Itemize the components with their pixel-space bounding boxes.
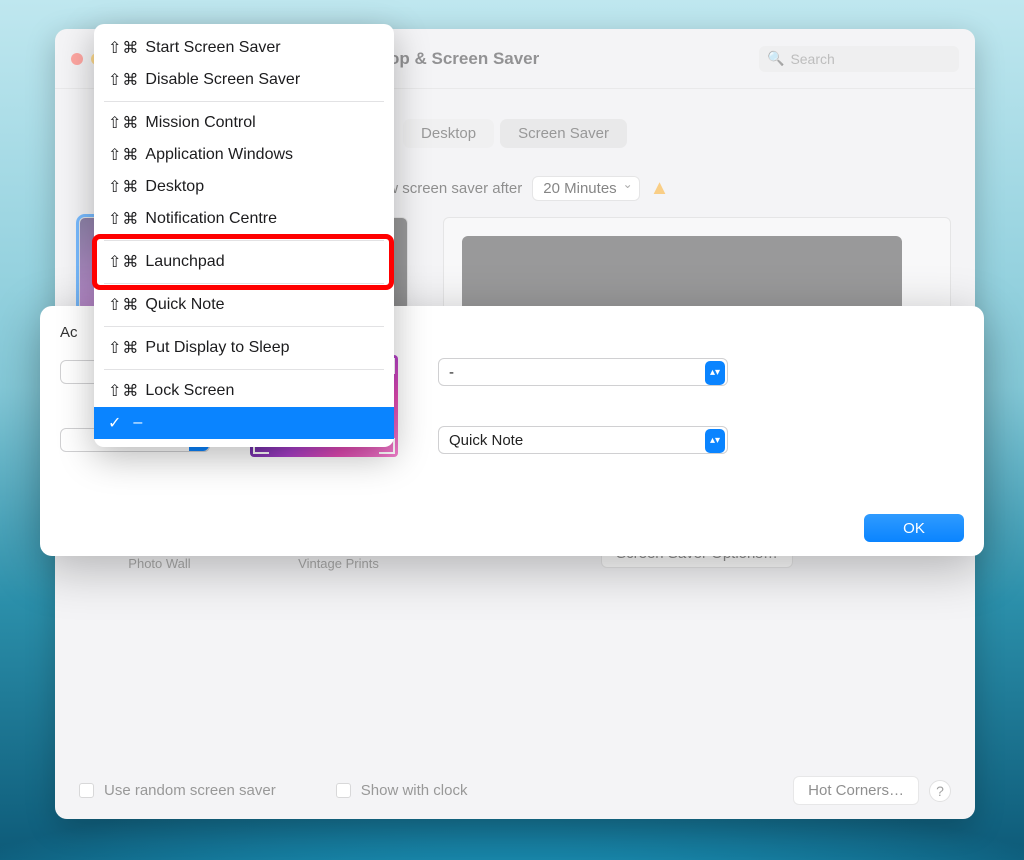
menu-item-desktop[interactable]: ⇧⌘Desktop <box>94 171 394 203</box>
search-icon: 🔍 <box>767 50 784 67</box>
menu-item-lock-screen[interactable]: ⇧⌘Lock Screen <box>94 375 394 407</box>
menu-item-quick-note[interactable]: ⇧⌘Quick Note <box>94 289 394 321</box>
menu-item-notification-centre[interactable]: ⇧⌘Notification Centre <box>94 203 394 235</box>
menu-item-application-windows[interactable]: ⇧⌘Application Windows <box>94 139 394 171</box>
show-after-select[interactable]: 20 Minutes <box>532 176 639 201</box>
top-right-corner-select[interactable]: - ▴▾ <box>438 358 728 386</box>
corner-action-menu: ⇧⌘Start Screen Saver ⇧⌘Disable Screen Sa… <box>94 24 394 447</box>
menu-item-put-display-to-sleep[interactable]: ⇧⌘Put Display to Sleep <box>94 332 394 364</box>
menu-item-launchpad[interactable]: ⇧⌘Launchpad <box>94 246 394 278</box>
menu-separator <box>104 283 384 284</box>
menu-separator <box>104 326 384 327</box>
bottom-options-row: Use random screen saver Show with clock … <box>79 776 951 805</box>
menu-separator <box>104 101 384 102</box>
search-field[interactable]: 🔍 Search <box>759 46 959 72</box>
warning-icon: ▲ <box>650 177 670 200</box>
menu-item-disable-screen-saver[interactable]: ⇧⌘Disable Screen Saver <box>94 64 394 96</box>
help-button[interactable]: ? <box>929 780 951 802</box>
clock-label: Show with clock <box>361 782 468 799</box>
stepper-icon: ▴▾ <box>705 361 725 385</box>
bottom-right-corner-select[interactable]: Quick Note ▴▾ <box>438 426 728 454</box>
search-placeholder: Search <box>790 51 834 67</box>
stepper-icon: ▴▾ <box>705 429 725 453</box>
random-label: Use random screen saver <box>104 782 276 799</box>
menu-item-none[interactable]: – <box>94 407 394 439</box>
tab-screen-saver[interactable]: Screen Saver <box>500 119 627 148</box>
ok-button[interactable]: OK <box>864 514 964 542</box>
menu-item-mission-control[interactable]: ⇧⌘Mission Control <box>94 107 394 139</box>
clock-checkbox[interactable] <box>336 783 351 798</box>
close-window-button[interactable] <box>71 53 83 65</box>
menu-separator <box>104 369 384 370</box>
menu-separator <box>104 240 384 241</box>
tab-desktop[interactable]: Desktop <box>403 119 494 148</box>
menu-item-start-screen-saver[interactable]: ⇧⌘Start Screen Saver <box>94 32 394 64</box>
hot-corners-button[interactable]: Hot Corners… <box>793 776 919 805</box>
random-checkbox[interactable] <box>79 783 94 798</box>
